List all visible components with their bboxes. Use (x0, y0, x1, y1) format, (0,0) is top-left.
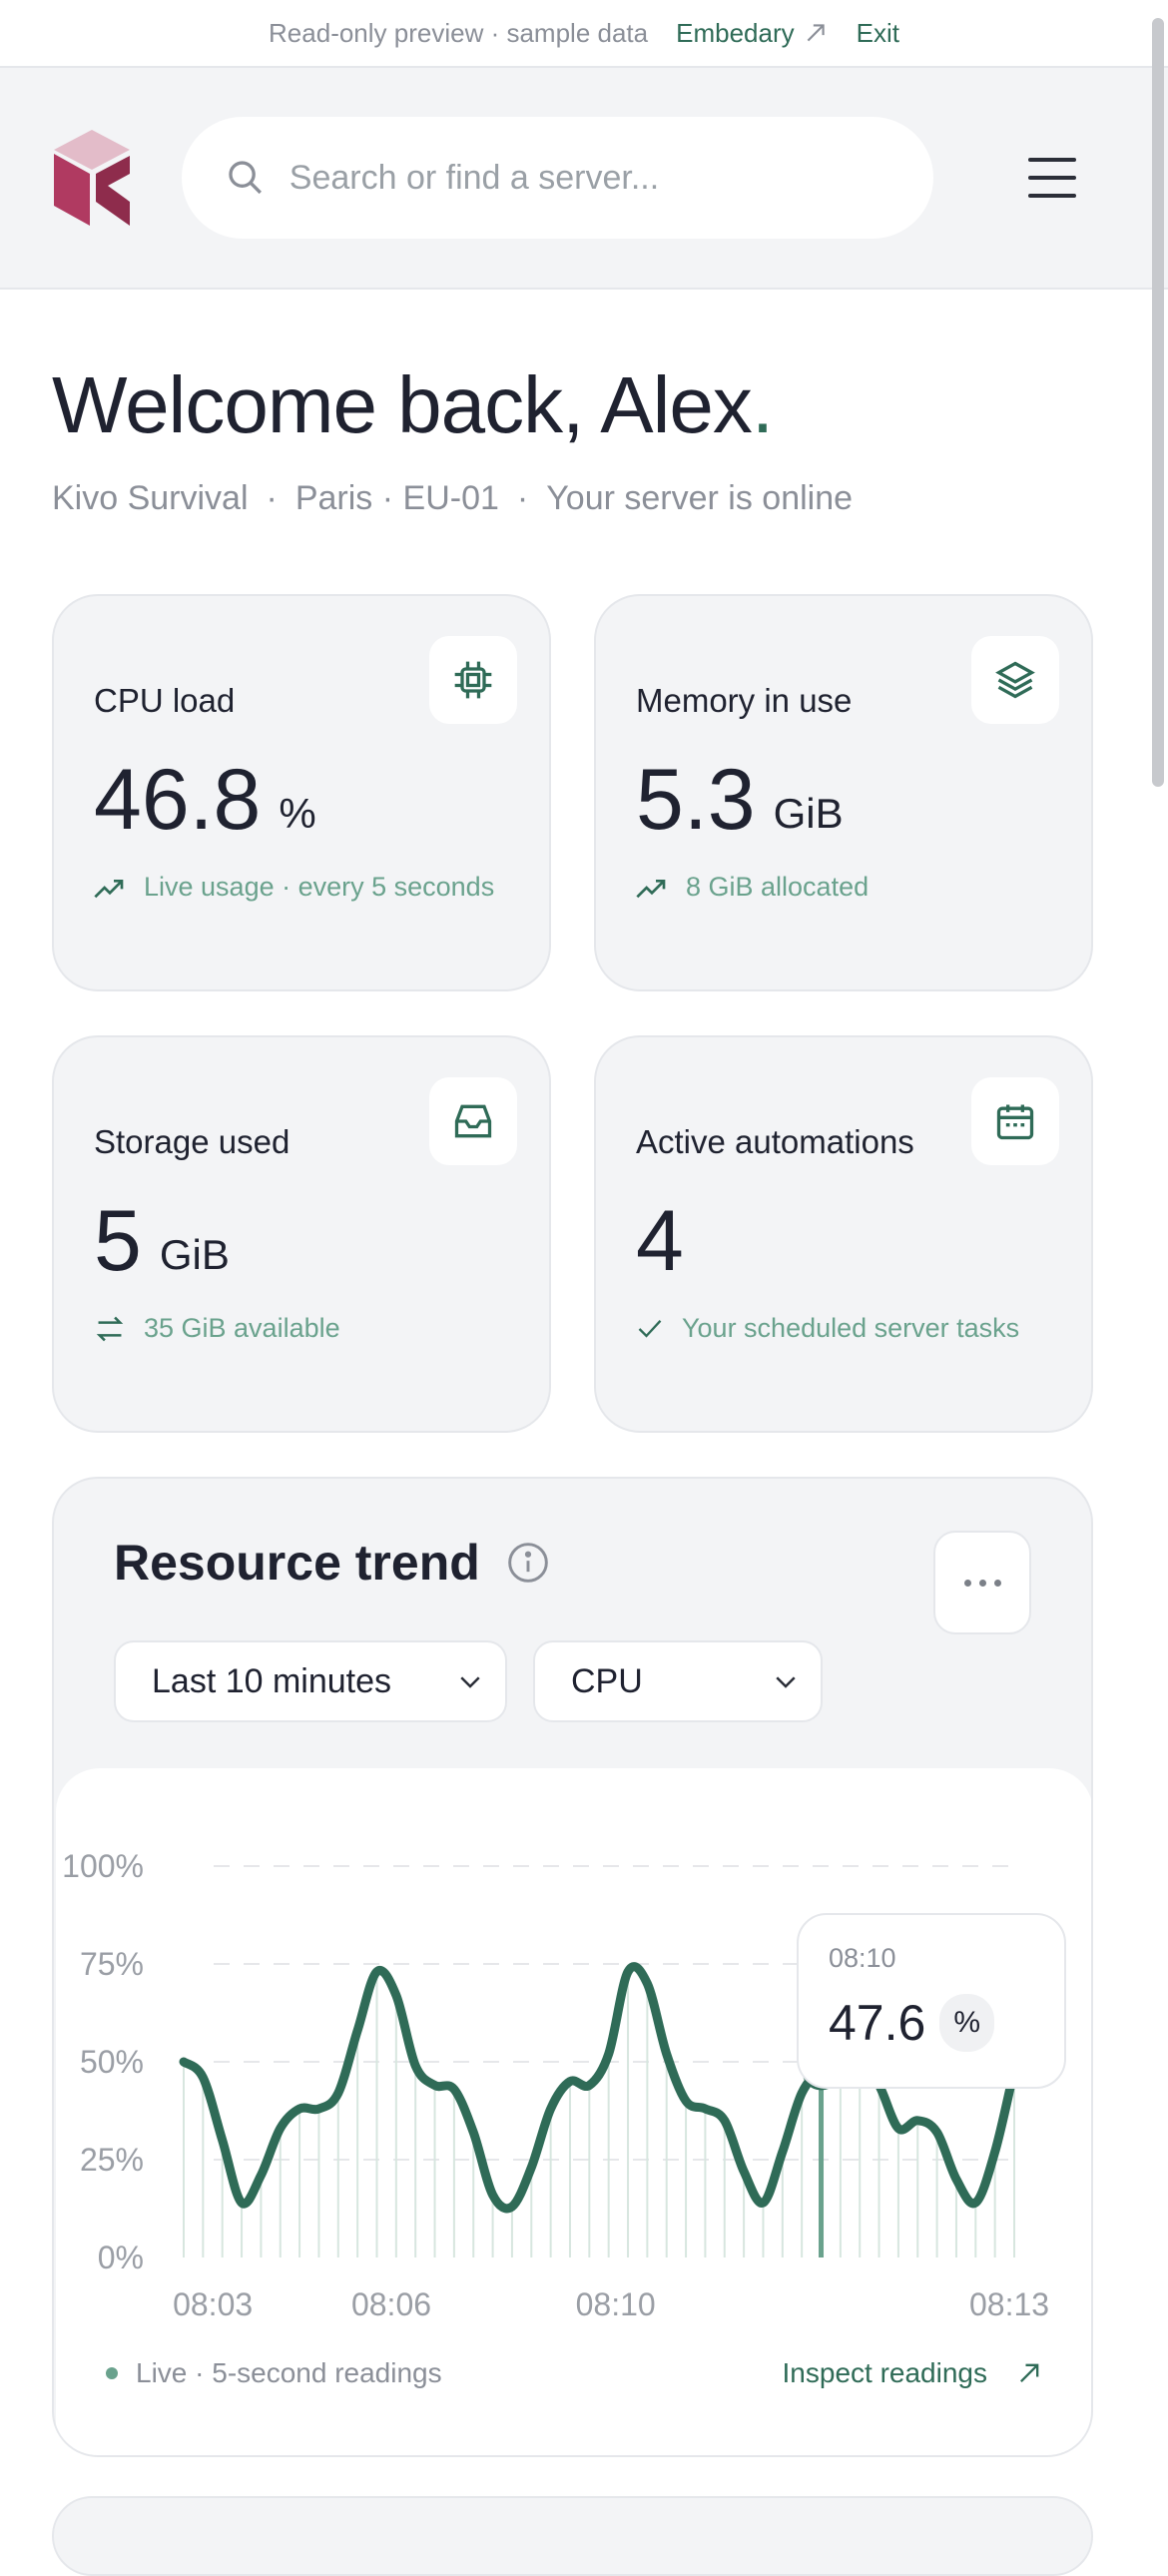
external-arrow-icon (807, 24, 825, 42)
arrow-up-right-icon (1020, 2363, 1039, 2382)
chart-footer: Live · 5-second readings Inspect reading… (106, 2357, 1043, 2389)
search-icon (229, 161, 262, 195)
exit-link[interactable]: Exit (857, 18, 899, 49)
embedary-link-label: Embedary (676, 17, 795, 48)
y-tick-label: 25% (80, 2142, 144, 2178)
cpu-card[interactable]: CPU load 46.8% Live usage · every 5 seco… (52, 594, 551, 991)
info-icon[interactable] (506, 1541, 550, 1585)
search-input[interactable] (289, 158, 889, 198)
preview-notice: Read-only preview · sample data (269, 17, 649, 48)
server-meta: Kivo Survival · Paris · EU-01 · Your ser… (52, 479, 854, 517)
search-bar[interactable] (182, 117, 933, 239)
swap-icon (96, 1316, 124, 1341)
cpu-icon (429, 636, 517, 724)
card-label: Storage used (94, 1123, 291, 1160)
card-value: 5 GiB (94, 1193, 230, 1289)
y-tick-label: 50% (80, 2044, 144, 2080)
trend-up-icon (636, 879, 666, 898)
card-subtext: 8 GiB allocated (636, 872, 869, 903)
scrollbar[interactable] (1152, 18, 1164, 787)
card-label: Memory in use (636, 682, 853, 719)
brand-logo[interactable] (52, 130, 132, 226)
trend-filters: Last 10 minutes CPU (114, 1640, 823, 1722)
x-tick-label: 08:03 (173, 2286, 253, 2322)
live-dot-icon (106, 2367, 118, 2379)
embedary-link[interactable]: Embedary (676, 18, 829, 49)
storage-card[interactable]: Storage used 5 GiB 35 GiB available (52, 1035, 551, 1433)
automations-card[interactable]: Active automations 4 Your scheduled serv… (594, 1035, 1093, 1433)
card-subtext: 35 GiB available (94, 1313, 340, 1344)
card-value: 46.8% (94, 752, 316, 848)
x-tick-label: 08:06 (351, 2286, 431, 2322)
layers-icon (971, 636, 1059, 724)
card-label: Active automations (636, 1123, 914, 1160)
y-tick-label: 100% (62, 1848, 144, 1884)
x-tick-label: 08:10 (576, 2286, 656, 2322)
card-label: CPU load (94, 682, 236, 719)
next-panel (52, 2496, 1093, 2576)
trend-chart[interactable]: 0% 25% 50% 75% 100% 08:03 08:06 08:10 08:13 08:1… (56, 1768, 1091, 2455)
resource-trend-panel: Resource trend Last 10 minutes CPU 0% 25%… (52, 1477, 1093, 2457)
trend-title: Resource trend (114, 1534, 550, 1592)
x-tick-label: 08:13 (969, 2286, 1049, 2322)
chart-tooltip: 08:10 47.6 % (797, 1913, 1066, 2089)
calendar-icon (971, 1077, 1059, 1165)
chevron-down-icon (460, 1676, 480, 1688)
tooltip-time: 08:10 (829, 1943, 896, 1973)
menu-icon[interactable] (1028, 158, 1076, 198)
y-tick-label: 0% (98, 2240, 144, 2275)
inbox-icon (429, 1077, 517, 1165)
inspect-readings-link[interactable]: Inspect readings (783, 2357, 1043, 2389)
metric-select[interactable]: CPU (533, 1640, 823, 1722)
more-options-button[interactable] (933, 1531, 1031, 1634)
live-indicator: Live · 5-second readings (106, 2357, 442, 2389)
stat-cards: CPU load 46.8% Live usage · every 5 seco… (0, 518, 1168, 1433)
server-status: Your server is online (546, 479, 854, 517)
server-name: Kivo Survival (52, 479, 249, 517)
time-range-select[interactable]: Last 10 minutes (114, 1640, 507, 1722)
preview-banner: Read-only preview · sample data Embedary… (0, 0, 1168, 68)
welcome-section: Welcome back, Alex. Kivo Survival · Pari… (0, 290, 1168, 518)
card-subtext: Your scheduled server tasks (636, 1313, 1019, 1344)
card-value: 5.3 GiB (636, 752, 844, 848)
app-header (0, 68, 1168, 290)
y-tick-label: 75% (80, 1946, 144, 1982)
tooltip-value: 47.6 % (829, 1994, 1034, 2052)
server-location: Paris · EU-01 (294, 479, 499, 517)
card-subtext: Live usage · every 5 seconds (94, 872, 494, 903)
memory-card[interactable]: Memory in use 5.3 GiB 8 GiB allocated (594, 594, 1093, 991)
card-value: 4 (636, 1193, 684, 1289)
trend-up-icon (94, 879, 124, 898)
check-icon (638, 1319, 662, 1338)
chevron-down-icon (776, 1676, 796, 1688)
page-title: Welcome back, Alex. (52, 360, 774, 449)
